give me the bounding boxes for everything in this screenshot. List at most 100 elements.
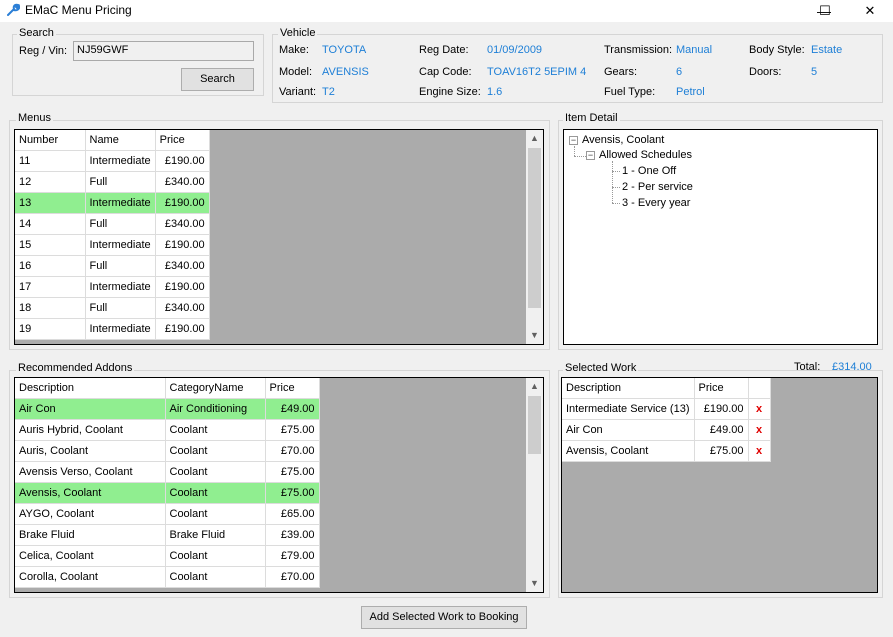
menus-cell-price: £340.00 bbox=[155, 171, 210, 193]
menus-cell-name: Intermediate bbox=[85, 192, 156, 214]
work-row[interactable]: Air Con £49.00 x bbox=[562, 419, 771, 441]
menus-cell-name: Full bbox=[85, 213, 156, 235]
addons-row[interactable]: Avensis, Coolant Coolant £75.00 bbox=[15, 482, 320, 504]
menus-cell-number: 19 bbox=[15, 318, 86, 340]
work-cell-price: £49.00 bbox=[694, 419, 749, 441]
addons-row[interactable]: Auris, Coolant Coolant £70.00 bbox=[15, 440, 320, 462]
addons-cell-category: Coolant bbox=[165, 482, 266, 504]
addons-grid[interactable]: Description CategoryName Price Air Con Ai… bbox=[14, 377, 544, 593]
addons-row[interactable]: AYGO, Coolant Coolant £65.00 bbox=[15, 503, 320, 525]
addons-row[interactable]: Auris Hybrid, Coolant Coolant £75.00 bbox=[15, 419, 320, 441]
tree-line bbox=[574, 146, 575, 156]
menus-row[interactable]: 13 Intermediate £190.00 bbox=[15, 192, 210, 214]
fuel-type-value: Petrol bbox=[676, 86, 705, 98]
tree-line bbox=[612, 187, 620, 188]
menus-cell-number: 13 bbox=[15, 192, 86, 214]
addons-row[interactable]: Air Con Air Conditioning £49.00 bbox=[15, 398, 320, 420]
total-label: Total: bbox=[794, 361, 821, 373]
menus-row[interactable]: 16 Full £340.00 bbox=[15, 255, 210, 277]
addons-cell-description: Auris, Coolant bbox=[15, 440, 166, 462]
menus-cell-price: £190.00 bbox=[155, 318, 210, 340]
remove-icon[interactable]: x bbox=[748, 398, 771, 420]
item-detail-group-label: Item Detail bbox=[563, 112, 620, 124]
collapse-icon[interactable]: − bbox=[569, 136, 578, 145]
menus-cell-name: Full bbox=[85, 171, 156, 193]
menus-cell-name: Intermediate bbox=[85, 234, 156, 256]
menus-col-price[interactable]: Price bbox=[155, 130, 210, 151]
work-cell-price: £75.00 bbox=[694, 440, 749, 462]
tree-line bbox=[574, 156, 586, 157]
addons-row[interactable]: Brake Fluid Brake Fluid £39.00 bbox=[15, 524, 320, 546]
item-detail-tree[interactable]: − Avensis, Coolant − Allowed Schedules 1… bbox=[563, 129, 878, 345]
menus-table: Number Name Price 11 Intermediate £190.00 1… bbox=[15, 130, 210, 340]
scroll-up-icon[interactable]: ▲ bbox=[526, 130, 543, 147]
work-cell-price: £190.00 bbox=[694, 398, 749, 420]
scroll-down-icon[interactable]: ▼ bbox=[526, 575, 543, 592]
addons-cell-description: Air Con bbox=[15, 398, 166, 420]
tree-line bbox=[612, 203, 620, 204]
menus-cell-price: £340.00 bbox=[155, 213, 210, 235]
menus-row[interactable]: 17 Intermediate £190.00 bbox=[15, 276, 210, 298]
tree-node-schedule[interactable]: 2 - Per service bbox=[622, 181, 693, 193]
search-button[interactable]: Search bbox=[181, 68, 254, 91]
menus-col-number[interactable]: Number bbox=[15, 130, 86, 151]
menus-row[interactable]: 15 Intermediate £190.00 bbox=[15, 234, 210, 256]
addons-row[interactable]: Celica, Coolant Coolant £79.00 bbox=[15, 545, 320, 567]
addons-group-label: Recommended Addons bbox=[16, 362, 135, 374]
addons-cell-category: Coolant bbox=[165, 461, 266, 483]
remove-icon[interactable]: x bbox=[748, 419, 771, 441]
body-style-value: Estate bbox=[811, 44, 843, 56]
reg-vin-input[interactable]: NJ59GWF bbox=[73, 41, 254, 61]
addons-scrollbar[interactable]: ▲ ▼ bbox=[526, 378, 543, 592]
addons-cell-description: AYGO, Coolant bbox=[15, 503, 166, 525]
menus-cell-number: 16 bbox=[15, 255, 86, 277]
addons-col-category[interactable]: CategoryName bbox=[165, 378, 266, 399]
addons-row[interactable]: Corolla, Coolant Coolant £70.00 bbox=[15, 566, 320, 588]
menus-cell-number: 17 bbox=[15, 276, 86, 298]
menus-row[interactable]: 18 Full £340.00 bbox=[15, 297, 210, 319]
addons-cell-price: £75.00 bbox=[265, 482, 320, 504]
menus-row[interactable]: 19 Intermediate £190.00 bbox=[15, 318, 210, 340]
tree-node-schedule[interactable]: 3 - Every year bbox=[622, 197, 690, 209]
addons-col-description[interactable]: Description bbox=[15, 378, 166, 399]
body-style-label: Body Style: bbox=[749, 44, 805, 56]
addons-cell-category: Brake Fluid bbox=[165, 524, 266, 546]
work-col-price[interactable]: Price bbox=[694, 378, 749, 399]
maximize-button[interactable]: ☐ bbox=[802, 0, 848, 22]
menus-cell-price: £190.00 bbox=[155, 234, 210, 256]
menus-scroll-thumb[interactable] bbox=[528, 148, 541, 308]
remove-icon[interactable]: x bbox=[748, 440, 771, 462]
selected-work-grid[interactable]: Description Price Intermediate Service (… bbox=[561, 377, 878, 593]
transmission-label: Transmission: bbox=[604, 44, 673, 56]
menus-scrollbar[interactable]: ▲ ▼ bbox=[526, 130, 543, 344]
scroll-up-icon[interactable]: ▲ bbox=[526, 378, 543, 395]
menus-row[interactable]: 14 Full £340.00 bbox=[15, 213, 210, 235]
gears-label: Gears: bbox=[604, 66, 638, 78]
menus-grid[interactable]: Number Name Price 11 Intermediate £190.00 1… bbox=[14, 129, 544, 345]
reg-date-label: Reg Date: bbox=[419, 44, 469, 56]
addons-row[interactable]: Avensis Verso, Coolant Coolant £75.00 bbox=[15, 461, 320, 483]
tree-node-root[interactable]: Avensis, Coolant bbox=[582, 134, 664, 146]
work-row[interactable]: Avensis, Coolant £75.00 x bbox=[562, 440, 771, 462]
close-button[interactable]: ✕ bbox=[847, 0, 893, 22]
work-col-description[interactable]: Description bbox=[562, 378, 695, 399]
gears-value: 6 bbox=[676, 66, 683, 78]
menus-col-name[interactable]: Name bbox=[85, 130, 156, 151]
addons-cell-price: £49.00 bbox=[265, 398, 320, 420]
wrench-icon bbox=[7, 3, 20, 16]
work-row[interactable]: Intermediate Service (13) £190.00 x bbox=[562, 398, 771, 420]
collapse-icon[interactable]: − bbox=[586, 151, 595, 160]
tree-node-schedule[interactable]: 1 - One Off bbox=[622, 165, 676, 177]
menus-row[interactable]: 11 Intermediate £190.00 bbox=[15, 150, 210, 172]
reg-vin-label: Reg / Vin: bbox=[19, 45, 68, 57]
addons-cell-description: Celica, Coolant bbox=[15, 545, 166, 567]
doors-value: 5 bbox=[811, 66, 818, 78]
menus-cell-name: Full bbox=[85, 255, 156, 277]
menus-row[interactable]: 12 Full £340.00 bbox=[15, 171, 210, 193]
add-selected-work-button[interactable]: Add Selected Work to Booking bbox=[361, 606, 527, 629]
addons-cell-category: Air Conditioning bbox=[165, 398, 266, 420]
tree-node-allowed-schedules[interactable]: Allowed Schedules bbox=[599, 149, 692, 161]
scroll-down-icon[interactable]: ▼ bbox=[526, 327, 543, 344]
addons-col-price[interactable]: Price bbox=[265, 378, 320, 399]
addons-scroll-thumb[interactable] bbox=[528, 396, 541, 454]
